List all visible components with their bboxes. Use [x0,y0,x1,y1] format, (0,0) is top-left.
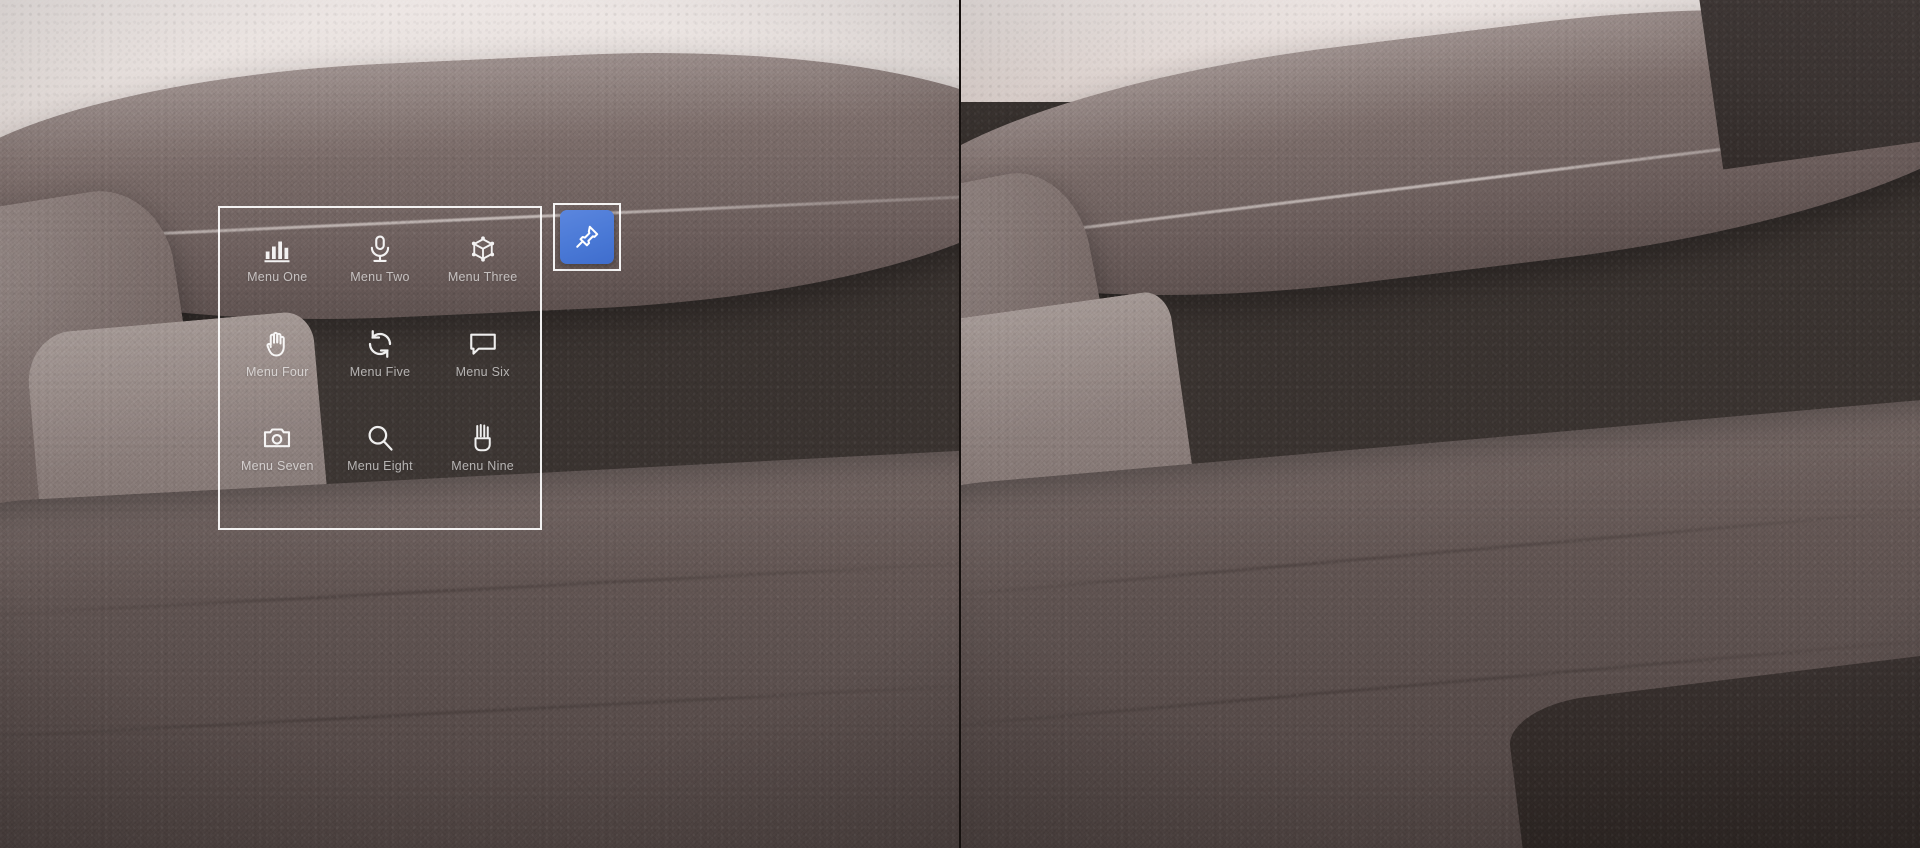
menu-item-label: Menu Two [350,270,410,284]
search-icon [365,423,395,453]
menu-item-five[interactable]: Menu Five [329,329,432,424]
seat-crease [0,681,960,742]
pin-button-frame [553,203,621,271]
menu-item-six[interactable]: Menu Six [431,329,534,424]
menu-item-label: Menu Five [349,364,411,379]
menu-item-four[interactable]: Menu Four [226,329,329,424]
couch-scene-right [960,0,1920,848]
menu-item-eight[interactable]: Menu Eight [329,423,432,518]
menu-item-one[interactable]: Menu One [226,234,329,329]
menu-item-label: Menu Eight [347,459,413,474]
menu-item-label: Menu Three [447,270,518,284]
camera-view-right: Menu One Menu Two [960,0,1920,848]
refresh-sync-icon [365,329,395,359]
speech-bubble-icon [468,329,498,359]
pin-button[interactable] [560,210,614,264]
view-divider [959,0,961,848]
ar-menu-panel-wireframe[interactable]: Menu One Menu Two Menu Three Menu Four M… [218,206,542,530]
ar-dual-view-stage: Menu One Menu Two Menu Three Menu Four M… [0,0,1920,848]
menu-item-two[interactable]: Menu Two [329,234,432,329]
bar-chart-icon [262,234,292,264]
camera-view-left: Menu One Menu Two Menu Three Menu Four M… [0,0,960,848]
menu-item-label: Menu Four [245,364,309,379]
menu-item-label: Menu Nine [451,459,514,474]
seat-crease [0,560,960,617]
camera-icon [262,423,292,453]
menu-item-nine[interactable]: Menu Nine [431,423,534,518]
pushpin-icon [574,224,600,250]
menu-item-three[interactable]: Menu Three [431,234,534,329]
menu-item-seven[interactable]: Menu Seven [226,423,329,518]
menu-item-label: Menu Six [455,364,510,379]
seat-crease [960,506,1920,601]
microphone-icon [365,234,395,264]
dark-corner-shadow [1697,0,1920,170]
hand-palm-icon [262,329,292,359]
menu-item-label: Menu Seven [240,459,314,474]
hand-tap-icon [468,423,498,453]
menu-item-label: Menu One [247,270,308,284]
cube-3d-icon [468,234,498,264]
